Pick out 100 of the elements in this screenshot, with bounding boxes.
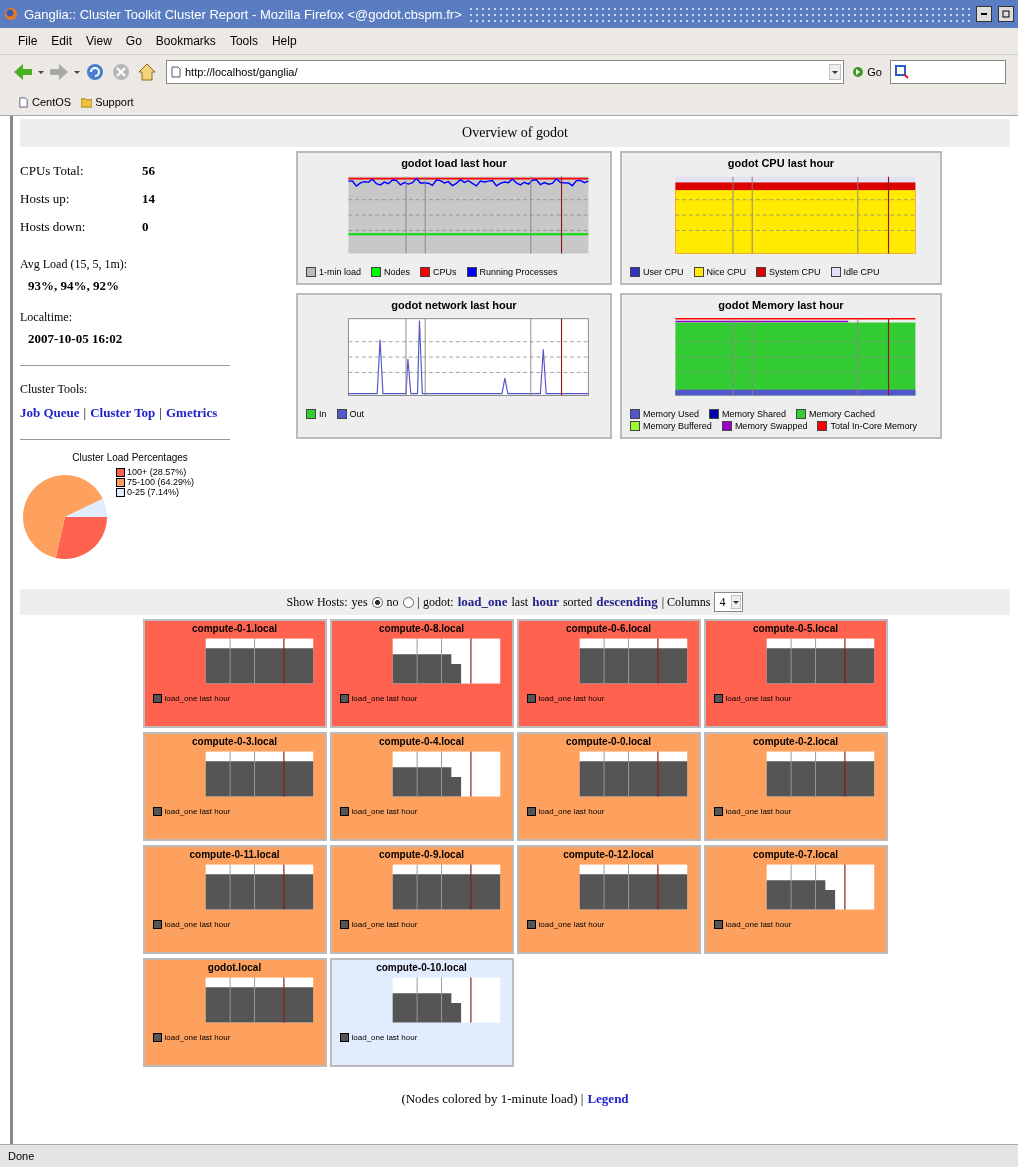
window-title: Ganglia:: Cluster Toolkit Cluster Report - Mozilla Firefox <@godot.cbspm.fr> <box>24 6 462 22</box>
legend-label: User CPU <box>643 267 684 277</box>
menu-item[interactable]: Tools <box>229 34 258 48</box>
search-engine-icon <box>895 65 909 79</box>
legend-swatch <box>713 920 723 929</box>
home-icon[interactable] <box>136 61 158 83</box>
tool-link[interactable]: Job Queue <box>20 405 80 421</box>
show-hosts-label: Show Hosts: <box>286 594 348 610</box>
legend-label: In <box>319 409 327 419</box>
graph-title: compute-0-11.local <box>188 849 281 860</box>
legend-label: Memory Cached <box>809 409 876 419</box>
legend-label: load_one last hour <box>351 694 418 703</box>
tool-link[interactable]: Cluster Top <box>90 405 156 421</box>
legend-swatch <box>152 807 162 816</box>
legend-swatch <box>116 487 125 497</box>
radio-button[interactable] <box>402 596 414 608</box>
tool-link[interactable]: Gmetrics <box>165 405 218 421</box>
legend-swatch <box>339 920 349 929</box>
stat-value: 56 <box>142 163 155 179</box>
legend-label: Memory Buffered <box>643 421 712 431</box>
legend-label: load_one last hour <box>164 920 231 929</box>
legend-label: load_one last hour <box>164 1033 231 1042</box>
search-field[interactable] <box>890 60 1006 84</box>
order-link[interactable]: descending <box>596 594 658 610</box>
tools-label: Cluster Tools: <box>20 382 89 397</box>
graph-title: compute-0-2.local <box>752 736 839 747</box>
radio-button[interactable] <box>371 596 383 608</box>
legend-label: load_one last hour <box>538 807 605 816</box>
bookmark-item[interactable]: Support <box>81 96 134 108</box>
maximize-button[interactable] <box>998 6 1014 22</box>
option-label: yes <box>351 594 368 610</box>
menu-item[interactable]: Help <box>271 34 297 48</box>
legend-label: load_one last hour <box>164 807 231 816</box>
bookmark-item[interactable]: CentOS <box>18 96 72 108</box>
legend-label: load_one last hour <box>351 920 418 929</box>
legend-link[interactable]: Legend <box>587 1091 629 1107</box>
dropdown-icon[interactable] <box>731 595 742 609</box>
legend-swatch <box>526 807 536 816</box>
graph-title: compute-0-9.local <box>378 849 465 860</box>
legend-swatch <box>152 920 162 929</box>
legend-label: 1-min load <box>319 267 362 277</box>
menu-item[interactable]: View <box>86 34 112 48</box>
graph-title: compute-0-6.local <box>565 623 652 634</box>
legend-swatch <box>152 1033 162 1042</box>
legend-label: CPUs <box>433 267 457 277</box>
graph-title: compute-0-10.local <box>375 962 468 973</box>
legend-swatch <box>713 694 723 703</box>
graph-title: godot network last hour <box>390 299 518 311</box>
page-icon <box>171 66 181 78</box>
stat-label: Hosts down: <box>20 219 87 235</box>
legend-label: Total In-Core Memory <box>830 421 917 431</box>
legend-label: System CPU <box>769 267 821 277</box>
separator-text: | <box>83 405 87 421</box>
legend-label: load_one last hour <box>538 920 605 929</box>
go-button[interactable]: Go <box>848 64 886 80</box>
legend-label: 75-100 (64.29%) <box>127 477 195 487</box>
caret-icon[interactable] <box>38 69 44 75</box>
legend-label: Memory Swapped <box>734 421 808 431</box>
legend-swatch <box>713 807 723 816</box>
avg-load-label: Avg Load (15, 5, 1m): <box>20 257 129 272</box>
avg-load-value: 93%, 94%, 92% <box>27 278 120 294</box>
legend-swatch <box>116 467 125 477</box>
chart-title: Cluster Load Percentages <box>71 452 189 463</box>
folder-icon <box>81 96 93 108</box>
legend-label: Nodes <box>384 267 411 277</box>
stat-label: CPUs Total: <box>20 163 85 179</box>
stat-value: 0 <box>142 219 149 235</box>
legend-label: load_one last hour <box>725 694 792 703</box>
dropdown-icon[interactable] <box>829 64 842 80</box>
menu-item[interactable]: Edit <box>51 34 73 48</box>
legend-label: load_one last hour <box>164 694 231 703</box>
sorted-label: sorted <box>562 594 593 610</box>
range-link[interactable]: hour <box>532 594 559 610</box>
legend-label: Nice CPU <box>706 267 747 277</box>
columns-select[interactable]: 4 <box>714 592 744 612</box>
legend-swatch <box>339 807 349 816</box>
legend-label: Running Processes <box>479 267 558 277</box>
reload-icon[interactable] <box>84 61 106 83</box>
legend-label: load_one last hour <box>538 694 605 703</box>
caret-icon[interactable] <box>74 69 80 75</box>
menu-item[interactable]: Go <box>125 34 142 48</box>
minimize-button[interactable] <box>976 6 992 22</box>
go-icon <box>852 66 865 78</box>
legend-label: load_one last hour <box>351 1033 418 1042</box>
address-field[interactable]: http://localhost/ganglia/ <box>166 60 845 84</box>
metric-link[interactable]: load_one <box>457 594 508 610</box>
page-heading: Overview of godot <box>20 119 1010 147</box>
graph-title: compute-0-7.local <box>752 849 839 860</box>
graph-title: godot load last hour <box>400 157 508 169</box>
menu-item[interactable]: File <box>18 34 38 48</box>
legend-label: Memory Used <box>643 409 699 419</box>
graph-title: compute-0-5.local <box>752 623 839 634</box>
menu-item[interactable]: Bookmarks <box>155 34 216 48</box>
localtime-label: Localtime: <box>20 310 73 325</box>
legend-label: Out <box>349 409 365 419</box>
range-label: last <box>511 594 529 610</box>
stat-label: Hosts up: <box>20 191 71 207</box>
graph-title: godot.local <box>206 962 263 973</box>
graph-title: compute-0-0.local <box>565 736 652 747</box>
legend-label: Memory Shared <box>722 409 787 419</box>
